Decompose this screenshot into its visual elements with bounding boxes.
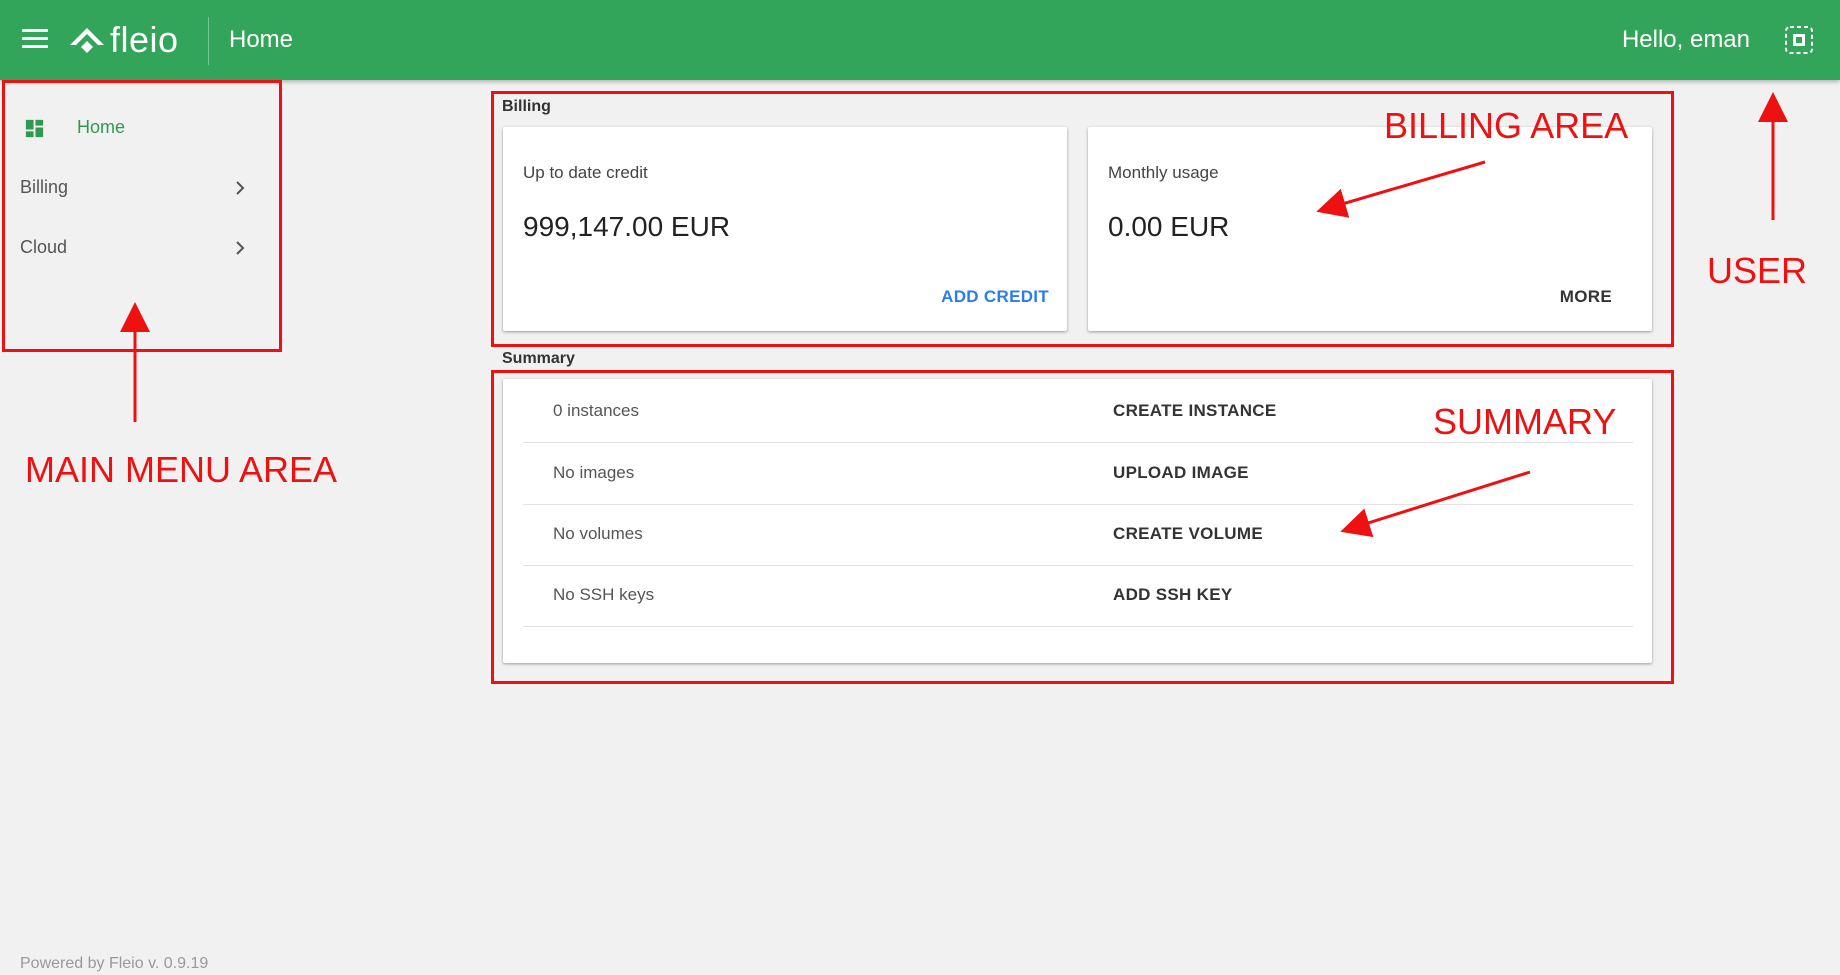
billing-arrow [1316, 160, 1486, 218]
annotation-arrows [120, 92, 1788, 538]
summary-arrow [1340, 470, 1531, 538]
